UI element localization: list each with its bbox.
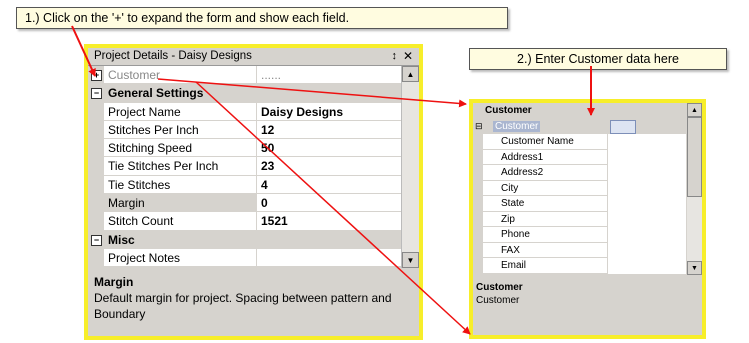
customer-field-row[interactable]: City: [473, 180, 686, 197]
scroll-up-icon[interactable]: ▲: [687, 103, 702, 117]
property-row[interactable]: Tie Stitches 4: [88, 175, 402, 195]
property-row[interactable]: Stitch Count 1521: [88, 212, 402, 231]
property-value[interactable]: 12: [257, 120, 402, 140]
field-value[interactable]: [608, 242, 686, 259]
property-row-selected[interactable]: Margin 0: [88, 194, 402, 213]
category-misc[interactable]: − Misc: [88, 230, 402, 249]
scroll-down-icon[interactable]: ▼: [687, 261, 702, 275]
field-label: City: [483, 180, 608, 196]
property-value[interactable]: Daisy Designs: [257, 102, 402, 121]
field-value[interactable]: [608, 165, 686, 182]
customer-category-row[interactable]: ⊟ Customer: [473, 103, 686, 119]
customer-field-row[interactable]: Phone: [473, 227, 686, 244]
close-icon[interactable]: ✕: [403, 48, 413, 65]
customer-selected-row[interactable]: ⊟ Customer: [473, 118, 686, 135]
field-label: Phone: [483, 227, 608, 243]
customer-description-pane: Customer Customer: [476, 281, 523, 307]
category-label: Customer: [473, 103, 686, 119]
property-row[interactable]: Stitches Per Inch 12: [88, 120, 402, 140]
customer-vertical-scrollbar[interactable]: ▲ ▼: [687, 103, 702, 275]
customer-details-panel: ⊟ Customer ⊟ Customer Customer Name Addr…: [469, 99, 706, 339]
property-label: Project Notes: [104, 248, 257, 268]
panel-title: Project Details - Daisy Designs: [94, 50, 252, 62]
property-row[interactable]: Stitching Speed 50: [88, 139, 402, 158]
property-row[interactable]: Tie Stitches Per Inch 23: [88, 157, 402, 176]
field-value[interactable]: [608, 227, 686, 244]
property-row[interactable]: Project Name Daisy Designs: [88, 102, 402, 121]
field-value[interactable]: [608, 134, 686, 151]
property-label: Margin: [104, 194, 257, 213]
property-label: Tie Stitches Per Inch: [104, 157, 257, 176]
property-value[interactable]: [257, 248, 402, 268]
customer-field-row[interactable]: State: [473, 196, 686, 213]
field-label: Email: [483, 258, 608, 274]
property-label: Project Name: [104, 102, 257, 121]
vertical-scrollbar[interactable]: ▲ ▼: [401, 66, 419, 268]
field-value[interactable]: [608, 196, 686, 213]
field-label: Zip: [483, 211, 608, 227]
description-text: Customer: [476, 295, 520, 306]
instruction-callout-1: 1.) Click on the '+' to expand the form …: [16, 7, 508, 29]
field-value[interactable]: [608, 211, 686, 228]
property-value[interactable]: 4: [257, 175, 402, 195]
field-value[interactable]: [608, 180, 686, 197]
category-general-settings[interactable]: − General Settings: [88, 84, 402, 103]
description-title: Customer: [476, 282, 523, 293]
description-pane: Margin Default margin for project. Spaci…: [88, 270, 419, 326]
property-label: Tie Stitches: [104, 175, 257, 195]
panel-title-bar: Project Details - Daisy Designs ↕ ✕: [88, 48, 419, 66]
property-row[interactable]: Project Notes: [88, 248, 402, 268]
field-value[interactable]: [608, 258, 686, 275]
selected-value-field[interactable]: [610, 119, 636, 134]
customer-field-row[interactable]: Address1: [473, 149, 686, 166]
selected-label: Customer: [493, 120, 541, 132]
category-label: General Settings: [104, 84, 402, 103]
description-text: Default margin for project. Spacing betw…: [94, 291, 392, 321]
collapse-icon[interactable]: −: [91, 234, 102, 246]
instruction-callout-2: 2.) Enter Customer data here: [469, 48, 727, 70]
property-label: Stitching Speed: [104, 139, 257, 158]
scroll-up-icon[interactable]: ▲: [402, 66, 419, 82]
customer-field-row[interactable]: Customer Name: [473, 134, 686, 151]
field-label: FAX: [483, 242, 608, 258]
field-label: State: [483, 196, 608, 212]
property-label: Stitch Count: [104, 212, 257, 231]
field-label: Address1: [483, 149, 608, 165]
scroll-down-icon[interactable]: ▼: [402, 252, 419, 268]
customer-field-row[interactable]: FAX: [473, 242, 686, 259]
field-label: Address2: [483, 165, 608, 181]
customer-property-grid: ⊟ Customer ⊟ Customer Customer Name Addr…: [473, 103, 686, 275]
property-grid: + Customer ...... − General Settings Pro…: [88, 66, 402, 268]
property-value[interactable]: 0: [257, 194, 402, 213]
description-title: Margin: [94, 275, 134, 289]
scroll-thumb[interactable]: [687, 117, 702, 197]
field-value[interactable]: [608, 149, 686, 166]
field-label: Customer Name: [483, 134, 608, 150]
customer-field-row[interactable]: Address2: [473, 165, 686, 182]
project-details-panel: Project Details - Daisy Designs ↕ ✕ + Cu…: [84, 44, 423, 340]
property-label: Stitches Per Inch: [104, 120, 257, 140]
property-value[interactable]: 1521: [257, 212, 402, 231]
pin-icon[interactable]: ↕: [392, 48, 398, 65]
property-value[interactable]: 50: [257, 139, 402, 158]
collapse-icon[interactable]: ⊟: [475, 121, 483, 131]
customer-label: Customer: [104, 66, 257, 85]
property-value[interactable]: 23: [257, 157, 402, 176]
customer-field-row[interactable]: Email: [473, 258, 686, 275]
expand-icon[interactable]: +: [91, 70, 102, 81]
category-label: Misc: [104, 230, 402, 249]
customer-row[interactable]: + Customer ......: [88, 66, 402, 85]
customer-value[interactable]: ......: [257, 66, 402, 85]
collapse-icon[interactable]: −: [91, 88, 102, 100]
customer-field-row[interactable]: Zip: [473, 211, 686, 228]
